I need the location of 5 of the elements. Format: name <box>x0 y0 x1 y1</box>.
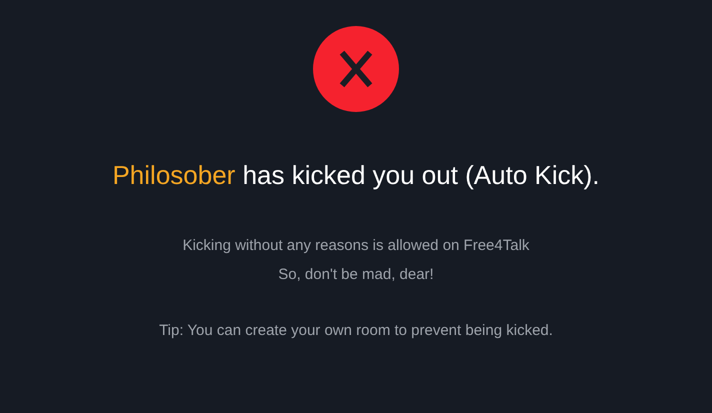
close-icon <box>313 26 399 112</box>
kick-message: Philosober has kicked you out (Auto Kick). <box>112 159 600 192</box>
tip-text: Tip: You can create your own room to prevent being kicked. <box>159 321 553 341</box>
info-text: So, don't be mad, dear! <box>278 264 434 284</box>
info-text: Kicking without any reasons is allowed on Free4Talk <box>182 236 530 256</box>
